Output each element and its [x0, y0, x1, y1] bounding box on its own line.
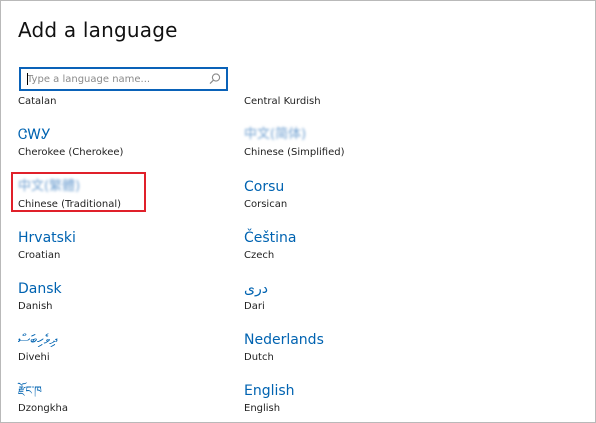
language-english-name: Corsican	[244, 199, 288, 210]
language-item-croatian[interactable]: Hrvatski Croatian	[18, 229, 76, 262]
language-item-danish[interactable]: Dansk Danish	[18, 280, 62, 313]
language-item-chinese-simplified[interactable]: 中文(简体) Chinese (Simplified)	[244, 126, 345, 159]
language-english-name: Danish	[18, 301, 53, 312]
language-item-dari[interactable]: دری Dari	[244, 280, 268, 313]
language-english-name: Croatian	[18, 250, 61, 261]
language-native-name: دری	[244, 281, 268, 297]
language-native-name: English	[244, 383, 295, 399]
language-native-name: Corsu	[244, 179, 285, 195]
language-native-name: Dansk	[18, 281, 62, 297]
language-english-name: Dari	[244, 301, 265, 312]
language-item-divehi[interactable]: ދިވެހިބަސް Divehi	[18, 331, 57, 364]
language-english-name: English	[244, 403, 281, 414]
language-item-central-kurdish[interactable]: Central Kurdish	[244, 95, 321, 108]
language-native-name: ᏣᎳᎩ	[18, 127, 51, 143]
language-english-name: Divehi	[18, 352, 50, 363]
selection-highlight-box	[11, 172, 146, 212]
language-native-name: རྫོང་ཁ	[18, 384, 42, 397]
language-english-name: Czech	[244, 250, 275, 261]
search-box[interactable]	[19, 67, 228, 91]
search-icon[interactable]	[208, 72, 222, 86]
language-english-name: Dzongkha	[18, 403, 69, 414]
language-item-english[interactable]: English English	[244, 382, 295, 415]
language-native-name: 中文(简体)	[244, 127, 307, 142]
language-english-name: Catalan	[18, 96, 57, 107]
language-native-name: ދިވެހިބަސް	[18, 332, 58, 348]
language-english-name: Chinese (Simplified)	[244, 147, 345, 158]
language-native-name: Nederlands	[244, 332, 324, 348]
text-cursor	[27, 73, 28, 85]
add-language-dialog: Add a language Catalan Central Kurdish Ꮳ…	[0, 0, 596, 423]
language-native-name: Hrvatski	[18, 230, 76, 246]
language-english-name: Cherokee (Cherokee)	[18, 147, 124, 158]
language-item-dutch[interactable]: Nederlands Dutch	[244, 331, 324, 364]
language-item-dzongkha[interactable]: རྫོང་ཁ Dzongkha	[18, 382, 68, 415]
language-native-name: Čeština	[244, 230, 297, 246]
language-item-corsican[interactable]: Corsu Corsican	[244, 178, 287, 211]
language-english-name: Dutch	[244, 352, 274, 363]
language-item-catalan[interactable]: Catalan	[18, 95, 56, 108]
page-title: Add a language	[18, 18, 178, 42]
language-english-name: Central Kurdish	[244, 96, 321, 107]
language-item-czech[interactable]: Čeština Czech	[244, 229, 297, 262]
search-input[interactable]	[21, 69, 209, 89]
language-item-cherokee[interactable]: ᏣᎳᎩ Cherokee (Cherokee)	[18, 126, 123, 159]
